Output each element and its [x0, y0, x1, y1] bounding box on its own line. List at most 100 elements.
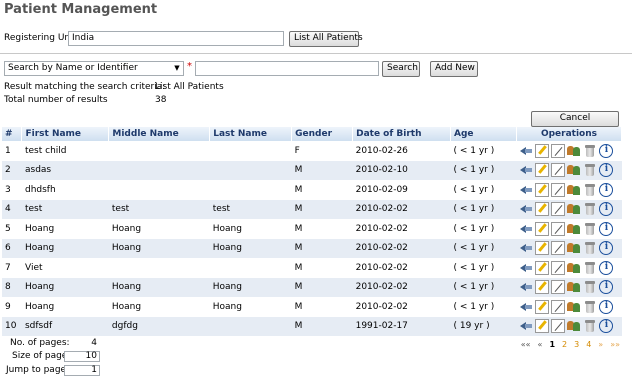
search-button[interactable]: Search	[382, 61, 420, 77]
edit-icon[interactable]	[535, 221, 550, 236]
info-icon[interactable]: i	[599, 260, 614, 275]
info-icon[interactable]: i	[599, 319, 614, 334]
registering-unit-input[interactable]: India	[68, 31, 284, 46]
edit-icon[interactable]	[535, 241, 550, 256]
users-icon[interactable]	[567, 144, 581, 158]
pen-icon[interactable]	[551, 319, 566, 334]
gender-cell: M	[291, 277, 353, 297]
users-icon[interactable]	[567, 280, 581, 294]
operations-cell: i	[516, 277, 622, 297]
page-link-4[interactable]: 4	[586, 340, 591, 349]
pen-icon[interactable]	[551, 143, 566, 158]
users-icon[interactable]	[567, 261, 581, 275]
info-icon[interactable]: i	[599, 182, 614, 197]
info-icon[interactable]: i	[599, 299, 614, 314]
list-all-patients-button[interactable]: List All Patients	[289, 31, 363, 47]
column-header-first-name[interactable]: First Name	[21, 127, 110, 141]
first-name-cell: sdfsdf	[21, 316, 109, 336]
back-arrow-icon[interactable]	[519, 222, 533, 236]
operations-cell: i	[516, 199, 622, 219]
operations-cell: i	[516, 258, 621, 278]
column-header-date-of-birth[interactable]: Date of Birth	[352, 127, 451, 141]
page-link-2[interactable]: 2	[562, 340, 567, 349]
users-icon[interactable]	[567, 202, 581, 216]
age-cell: ( 19 yr )	[450, 316, 517, 336]
date-of-birth-cell: 2010-02-02	[355, 301, 408, 312]
prev-page-link[interactable]: «	[538, 340, 543, 349]
back-arrow-icon[interactable]	[519, 144, 533, 158]
page-link-1[interactable]: 1	[549, 340, 555, 349]
next-page-link[interactable]: »	[598, 340, 603, 349]
trash-bin-icon[interactable]	[583, 280, 597, 294]
trash-bin-icon[interactable]	[583, 163, 597, 177]
edit-icon[interactable]	[535, 182, 550, 197]
info-icon[interactable]: i	[599, 163, 614, 178]
info-icon[interactable]: i	[599, 202, 614, 217]
column-header-number[interactable]: #	[2, 127, 23, 141]
trash-bin-icon[interactable]	[583, 144, 597, 158]
users-icon[interactable]	[567, 241, 581, 255]
trash-bin-icon[interactable]	[583, 183, 597, 197]
search-input[interactable]	[195, 61, 379, 76]
column-header-middle-name[interactable]: Middle Name	[108, 127, 211, 141]
back-arrow-icon[interactable]	[519, 241, 533, 255]
info-icon[interactable]: i	[599, 221, 614, 236]
back-arrow-icon[interactable]	[519, 261, 533, 275]
column-header-age[interactable]: Age	[450, 127, 517, 141]
column-header-last-name[interactable]: Last Name	[209, 127, 293, 141]
pen-icon[interactable]	[551, 241, 566, 256]
trash-bin-icon[interactable]	[583, 241, 597, 255]
pen-icon[interactable]	[551, 221, 566, 236]
info-icon[interactable]: i	[599, 241, 614, 256]
last-page-link[interactable]: »»	[610, 340, 620, 349]
edit-icon[interactable]	[535, 280, 550, 295]
jump-to-page-input[interactable]: 1	[64, 365, 100, 376]
cancel-button[interactable]: Cancel	[531, 111, 619, 127]
gender-cell: M	[291, 160, 353, 180]
column-header-gender[interactable]: Gender	[291, 127, 354, 141]
back-arrow-icon[interactable]	[519, 183, 533, 197]
edit-icon[interactable]	[535, 299, 550, 314]
pen-icon[interactable]	[551, 299, 566, 314]
age-cell: ( < 1 yr )	[450, 238, 517, 258]
trash-bin-icon[interactable]	[583, 261, 597, 275]
users-icon[interactable]	[567, 300, 581, 314]
trash-bin-icon[interactable]	[583, 222, 597, 236]
last-name-cell	[210, 258, 292, 278]
table-header-row: # First Name Middle Name Last Name Gende…	[2, 127, 623, 141]
users-icon[interactable]	[567, 222, 581, 236]
page-link-3[interactable]: 3	[574, 340, 579, 349]
table-row: 8 Hoang Hoang Hoang M 2010-02-02( < 1 yr ) i	[2, 277, 622, 297]
add-new-button[interactable]: Add New	[430, 61, 478, 77]
back-arrow-icon[interactable]	[519, 202, 533, 216]
info-icon[interactable]: i	[599, 280, 614, 295]
trash-bin-icon[interactable]	[583, 300, 597, 314]
pen-icon[interactable]	[551, 280, 566, 295]
operations-cell: i	[516, 141, 621, 161]
middle-name-cell: dgfdg	[108, 316, 210, 336]
back-arrow-icon[interactable]	[519, 280, 533, 294]
users-icon[interactable]	[567, 319, 581, 333]
edit-icon[interactable]	[535, 260, 550, 275]
info-icon[interactable]: i	[599, 143, 614, 158]
back-arrow-icon[interactable]	[519, 319, 533, 333]
last-name-cell	[210, 180, 292, 200]
trash-bin-icon[interactable]	[583, 202, 597, 216]
edit-icon[interactable]	[535, 319, 550, 334]
pen-icon[interactable]	[551, 163, 566, 178]
pen-icon[interactable]	[551, 182, 566, 197]
edit-icon[interactable]	[535, 202, 550, 217]
back-arrow-icon[interactable]	[519, 300, 533, 314]
date-of-birth-cell: 2010-02-10	[352, 160, 451, 180]
page-size-input[interactable]: 10	[64, 351, 100, 362]
first-page-link[interactable]: ««	[521, 340, 531, 349]
back-arrow-icon[interactable]	[519, 163, 533, 177]
users-icon[interactable]	[567, 183, 581, 197]
edit-icon[interactable]	[535, 143, 550, 158]
search-type-select[interactable]: Search by Name or Identifier ▼	[4, 61, 184, 76]
pen-icon[interactable]	[551, 202, 566, 217]
pen-icon[interactable]	[551, 260, 566, 275]
trash-bin-icon[interactable]	[583, 319, 597, 333]
edit-icon[interactable]	[535, 163, 550, 178]
users-icon[interactable]	[567, 163, 581, 177]
